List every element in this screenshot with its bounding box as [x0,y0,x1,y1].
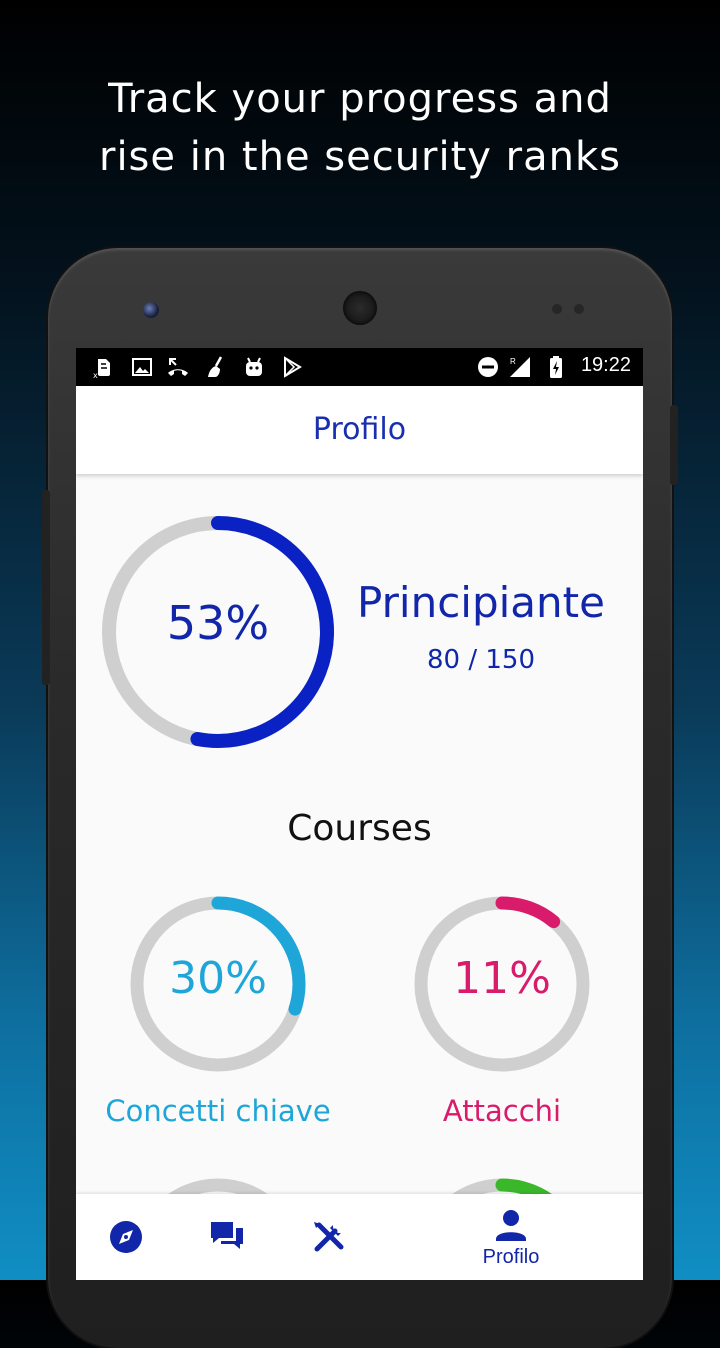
nav-item-profilo[interactable]: Profilo [456,1194,566,1280]
svg-text:x: x [93,371,98,379]
app-bar: Profilo [76,386,643,474]
courses-heading: Courses [287,808,432,849]
proximity-sensor [552,304,562,314]
front-camera [143,302,159,318]
course-name: Concetti chiave [105,1094,331,1128]
phone-power-button [670,405,678,485]
missed-call-icon [168,358,188,376]
person-icon [496,1210,526,1241]
nav-item-chat[interactable] [176,1194,280,1280]
rank-score: 80 / 150 [427,645,535,675]
app-screen: x R 19:22 Profilo 53% Principiante 80 / … [76,348,643,1280]
headline-line-2: rise in the security ranks [99,134,621,180]
play-store-icon [284,356,302,378]
tools-icon [314,1222,344,1252]
clock: 19:22 [580,354,631,376]
light-sensor [574,304,584,314]
nav-label-profilo: Profilo [482,1246,540,1268]
cleaner-icon [208,356,223,377]
nav-item-explore[interactable] [76,1194,176,1280]
svg-text:R: R [510,357,516,366]
page-title: Profilo [312,412,407,447]
signal-roaming-icon: R [510,357,530,377]
chat-icon [211,1222,243,1249]
rank-title: Principiante [357,578,605,627]
promo-headline: Track your progress and rise in the secu… [0,70,720,186]
evernote-icon: x [93,359,110,379]
android-icon [246,357,262,376]
status-bar: x R 19:22 [76,348,643,386]
bottom-navigation: Profilo [76,1194,643,1280]
image-icon [132,358,152,376]
earpiece-speaker [343,291,377,325]
course-percent: 11% [453,953,551,1004]
headline-line-1: Track your progress and [108,76,612,122]
course-name: Attacchi [442,1094,562,1128]
nav-item-tools[interactable] [280,1194,384,1280]
rank-percent: 53% [166,596,270,650]
battery-charging-icon [550,356,562,378]
do-not-disturb-icon [478,357,498,377]
phone-side-button [42,490,50,685]
course-percent: 30% [169,953,267,1004]
compass-icon [110,1221,142,1253]
